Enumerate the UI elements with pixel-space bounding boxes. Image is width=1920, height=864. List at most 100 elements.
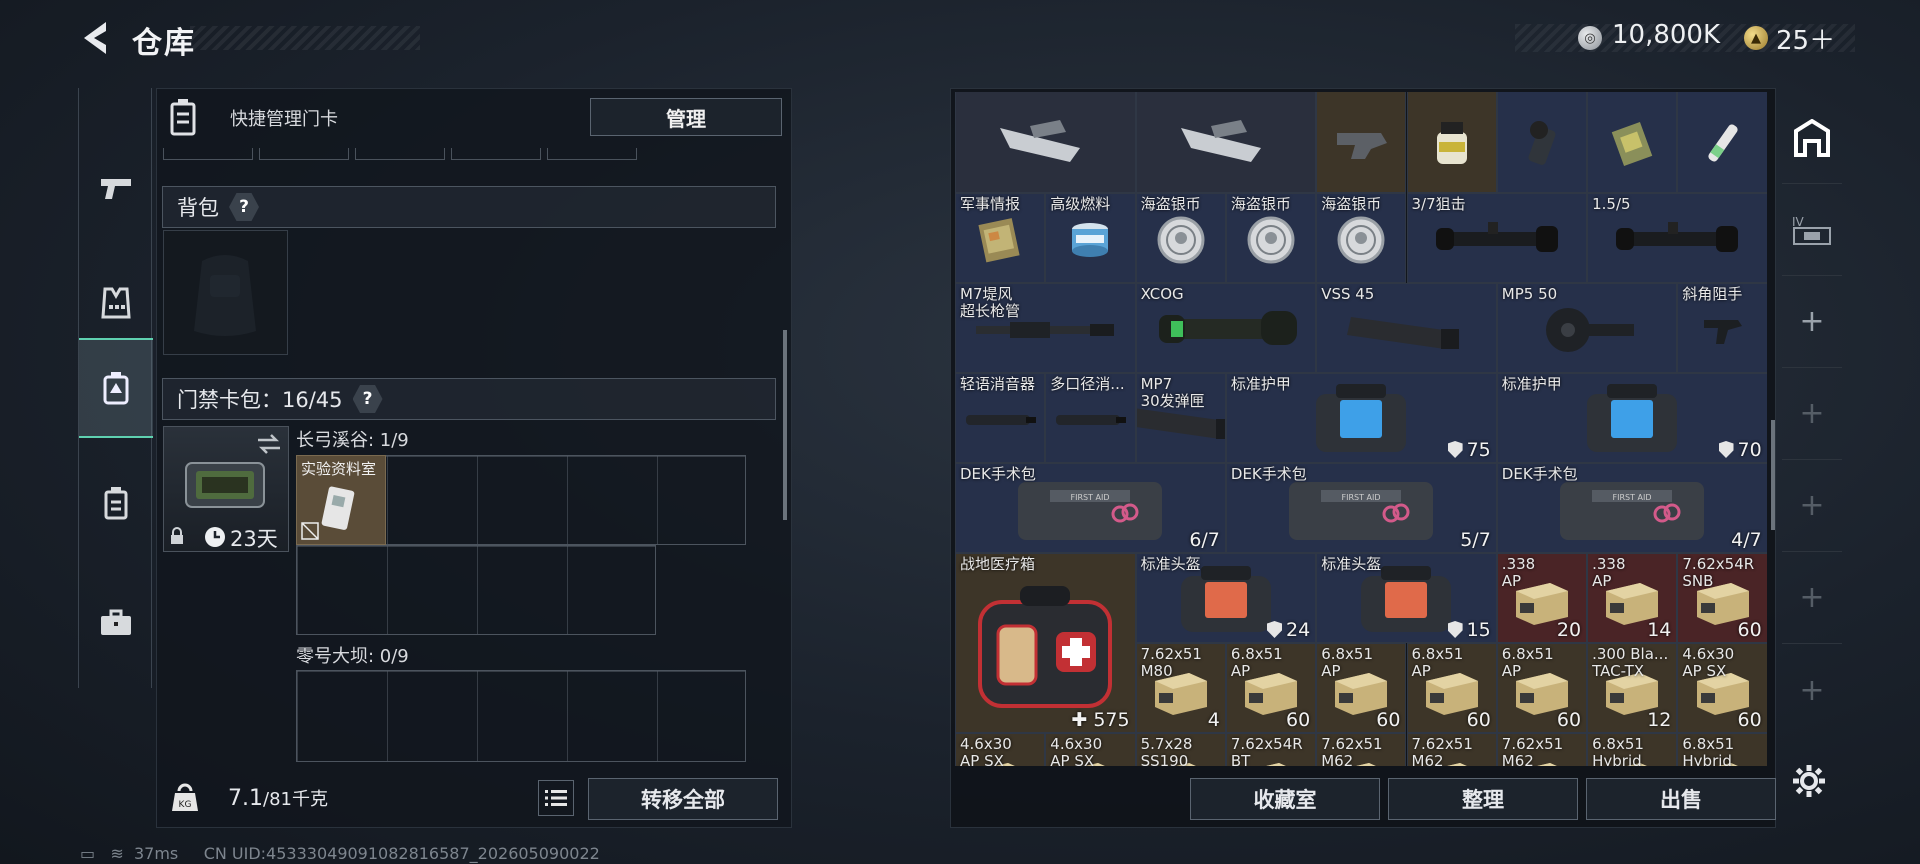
- inventory-item[interactable]: XCOG: [1135, 283, 1317, 373]
- inventory-item-label: 7.62x51 M62: [1321, 735, 1383, 767]
- swap-icon[interactable]: [256, 433, 282, 455]
- list-view-button[interactable]: [538, 780, 574, 816]
- inventory-item[interactable]: [1677, 92, 1767, 193]
- inventory-item-count-value: 12: [1647, 709, 1672, 731]
- document-icon: [972, 215, 1028, 269]
- inventory-item[interactable]: 7.62x51 M62: [1496, 733, 1588, 766]
- backpack-slot[interactable]: [163, 230, 288, 355]
- inventory-item-label: 海盗银币: [1140, 195, 1201, 213]
- inventory-item-count: 14: [1647, 619, 1671, 641]
- inventory-item-count: 4: [1208, 709, 1220, 731]
- inventory-item[interactable]: 7.62x54R BT: [1225, 733, 1317, 766]
- area2-grid[interactable]: [296, 670, 746, 762]
- inventory-item-label: 高级燃料: [1050, 195, 1111, 213]
- flashlight-icon: [1517, 118, 1567, 172]
- inventory-item[interactable]: 斜角阻手: [1677, 283, 1767, 373]
- sort-button[interactable]: 整理: [1388, 778, 1578, 820]
- transfer-all-button[interactable]: 转移全部: [588, 778, 778, 820]
- surgery-kit-icon: FIRST AID: [1010, 472, 1170, 552]
- inventory-item[interactable]: 标准护甲 75: [1225, 373, 1497, 463]
- scope-icon: [1612, 218, 1742, 266]
- inventory-item[interactable]: 6.8x51 AP 60: [1225, 643, 1317, 733]
- inventory-item[interactable]: FIRST AID DEK手术包 5/7: [1225, 463, 1497, 553]
- inventory-item[interactable]: 7.62x51 M80 4: [1135, 643, 1226, 733]
- inventory-item[interactable]: .300 Bla... TAC-TX 12: [1587, 643, 1678, 733]
- stash-tab-iv[interactable]: IV: [1782, 184, 1842, 276]
- inventory-item-count-value: 14: [1647, 619, 1672, 641]
- inventory-item[interactable]: 战地医疗箱 ✚ 575: [955, 553, 1136, 733]
- inventory-item[interactable]: 7.62x51 M62: [1406, 733, 1497, 766]
- inventory-item-label: 7.62x54R SNB: [1682, 555, 1755, 590]
- cardbag-slot[interactable]: 23天: [163, 426, 289, 552]
- inventory-item[interactable]: 3/7狙击: [1406, 193, 1588, 283]
- sell-button[interactable]: 出售: [1586, 778, 1776, 820]
- area1-grid-row2[interactable]: [296, 545, 656, 635]
- inventory-item[interactable]: 海盗银币: [1135, 193, 1226, 283]
- inventory-item[interactable]: [1496, 92, 1588, 193]
- nav-keycards[interactable]: [79, 338, 153, 438]
- inventory-item[interactable]: VSS 45: [1316, 283, 1497, 373]
- keycard-item[interactable]: 实验资料室: [296, 455, 386, 545]
- inventory-item[interactable]: [1406, 92, 1497, 193]
- settings-gear-icon[interactable]: [1792, 764, 1826, 798]
- inventory-item-count: 75: [1447, 439, 1491, 461]
- backpack-help-icon[interactable]: ?: [229, 193, 259, 221]
- nav-weapons[interactable]: [79, 138, 153, 238]
- inventory-item[interactable]: 6.8x51 Hybrid: [1677, 733, 1767, 766]
- inventory-item-label: 4.6x30 AP SX: [1050, 735, 1103, 767]
- inventory-item[interactable]: [1135, 92, 1317, 193]
- add-tab-button[interactable]: +: [1782, 276, 1842, 368]
- inventory-item[interactable]: 标准护甲 70: [1496, 373, 1767, 463]
- inventory-item[interactable]: 标准头盔 24: [1135, 553, 1317, 643]
- inventory-item-label: 6.8x51 Hybrid: [1682, 735, 1735, 767]
- inventory-item-count-value: 60: [1376, 709, 1401, 731]
- inventory-item[interactable]: 6.8x51 AP 60: [1316, 643, 1407, 733]
- inventory-item[interactable]: MP7 30发弹匣: [1135, 373, 1226, 463]
- inventory-item[interactable]: 军事情报: [955, 193, 1046, 283]
- inventory-item[interactable]: [1587, 92, 1678, 193]
- inventory-item[interactable]: 轻语消音器: [955, 373, 1046, 463]
- right-scrollbar[interactable]: [1771, 420, 1775, 530]
- title-decoration: [190, 26, 420, 50]
- inventory-item[interactable]: 海盗银币: [1225, 193, 1317, 283]
- battery-icon: ▭: [80, 844, 96, 863]
- inventory-item[interactable]: 6.8x51 AP 60: [1406, 643, 1497, 733]
- inventory-item[interactable]: 多口径消...: [1045, 373, 1136, 463]
- inventory-item[interactable]: 7.62x54R SNB 60: [1677, 553, 1767, 643]
- inventory-item[interactable]: [955, 92, 1136, 193]
- nav-toolbox[interactable]: [79, 573, 153, 673]
- inventory-item[interactable]: FIRST AID DEK手术包 4/7: [1496, 463, 1767, 553]
- stash-tab-main[interactable]: [1782, 92, 1842, 184]
- inventory-item[interactable]: 6.8x51 Hybrid: [1587, 733, 1678, 766]
- inventory-item[interactable]: 4.6x30 AP SX 60: [1677, 643, 1767, 733]
- manage-button[interactable]: 管理: [590, 98, 782, 136]
- inventory-item[interactable]: 5.7x28 SS190: [1135, 733, 1226, 766]
- heal-plus-icon: ✚: [1071, 709, 1094, 731]
- inventory-item[interactable]: [1316, 92, 1407, 193]
- back-arrow-icon[interactable]: [78, 18, 114, 58]
- inventory-item[interactable]: FIRST AID DEK手术包 6/7: [955, 463, 1226, 553]
- inventory-item[interactable]: 4.6x30 AP SX: [955, 733, 1046, 766]
- cardbag-help-icon[interactable]: ?: [352, 385, 383, 413]
- inventory-item-label: 海盗银币: [1321, 195, 1382, 213]
- inventory-item[interactable]: 6.8x51 AP 60: [1496, 643, 1588, 733]
- inventory-item[interactable]: 4.6x30 AP SX: [1045, 733, 1136, 767]
- weapon-kit-icon: [1171, 118, 1281, 172]
- left-scrollbar[interactable]: [783, 330, 787, 520]
- inventory-item[interactable]: .338 AP 20: [1496, 553, 1588, 643]
- nav-containers[interactable]: [79, 453, 153, 553]
- inventory-item[interactable]: M7堤风 超长枪管: [955, 283, 1136, 373]
- scope-icon: [1432, 218, 1562, 266]
- gold-balance[interactable]: 25＋: [1776, 20, 1835, 57]
- inventory-item[interactable]: 海盗银币: [1316, 193, 1407, 283]
- cardbag-label: 门禁卡包：16/45: [177, 388, 343, 412]
- backpack-label: 背包: [177, 196, 219, 220]
- collection-room-button[interactable]: 收藏室: [1190, 778, 1380, 820]
- inventory-item[interactable]: 高级燃料: [1045, 193, 1136, 283]
- inventory-item[interactable]: .338 AP 14: [1587, 553, 1678, 643]
- inventory-item[interactable]: 1.5/5: [1587, 193, 1767, 283]
- inventory-item[interactable]: MP5 50: [1496, 283, 1678, 373]
- inventory-item[interactable]: 7.62x51 M62: [1316, 733, 1407, 767]
- plus-icon: +: [1799, 488, 1825, 523]
- inventory-item[interactable]: 标准头盔 15: [1316, 553, 1497, 643]
